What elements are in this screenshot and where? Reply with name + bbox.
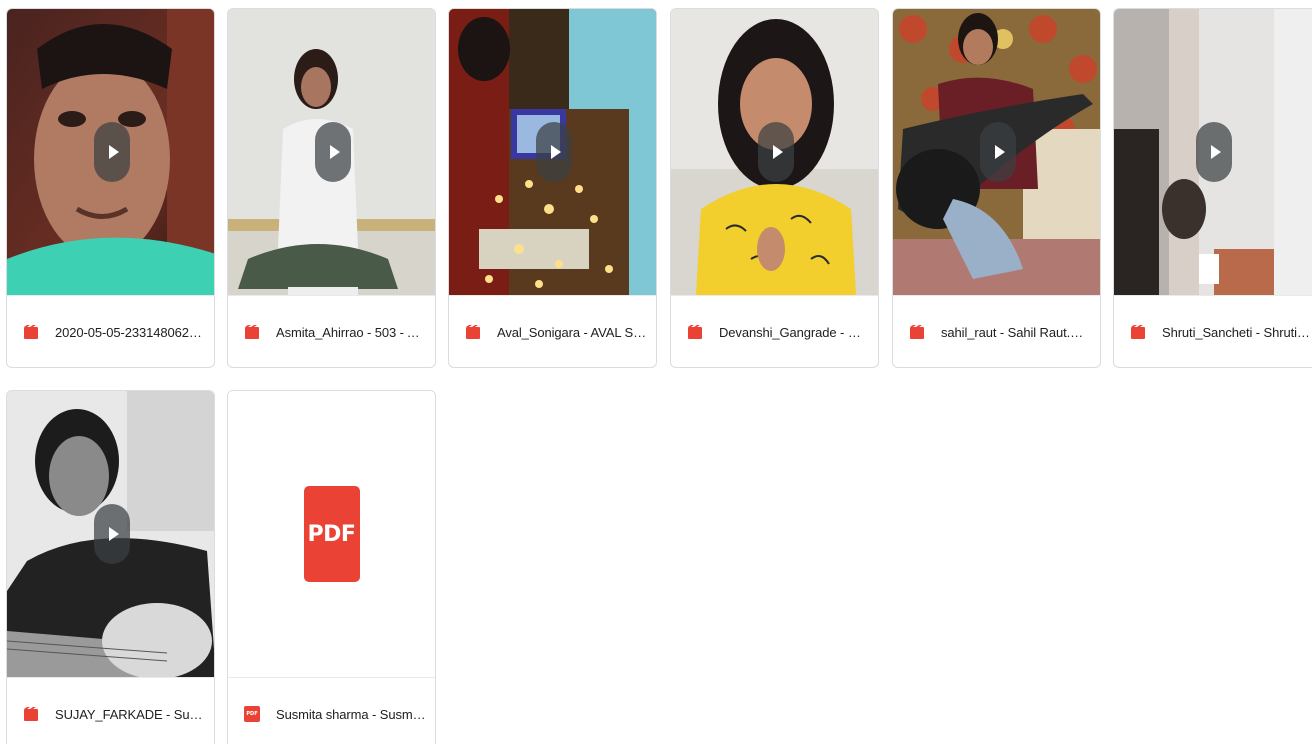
- play-icon[interactable]: [93, 504, 130, 564]
- video-thumbnail[interactable]: [228, 9, 435, 295]
- file-card[interactable]: Aval_Sonigara - AVAL SONI...: [448, 8, 657, 368]
- file-name: 2020-05-05-233148062 - O...: [55, 324, 205, 340]
- file-footer: sahil_raut - Sahil Raut.mp4: [893, 295, 1100, 367]
- video-file-icon: [1131, 325, 1145, 339]
- video-thumbnail[interactable]: [671, 9, 878, 295]
- video-file-icon: [910, 325, 924, 339]
- file-card[interactable]: sahil_raut - Sahil Raut.mp4: [892, 8, 1101, 368]
- play-icon[interactable]: [979, 122, 1016, 182]
- file-name: Shruti_Sancheti - Shruti Sa...: [1162, 324, 1312, 340]
- file-card[interactable]: SUJAY_FARKADE - Sujay Fa...: [6, 390, 215, 744]
- play-icon[interactable]: [314, 122, 351, 182]
- video-thumbnail[interactable]: [7, 9, 214, 295]
- file-card[interactable]: 2020-05-05-233148062 - O...: [6, 8, 215, 368]
- file-name: SUJAY_FARKADE - Sujay Fa...: [55, 706, 205, 722]
- video-file-icon: [688, 325, 702, 339]
- video-thumbnail[interactable]: [449, 9, 656, 295]
- file-footer: 2020-05-05-233148062 - O...: [7, 295, 214, 367]
- file-footer: Shruti_Sancheti - Shruti Sa...: [1114, 295, 1312, 367]
- file-card[interactable]: PDF PDF Susmita sharma - Susmita ...: [227, 390, 436, 744]
- file-name: Aval_Sonigara - AVAL SONI...: [497, 324, 647, 340]
- pdf-thumbnail[interactable]: PDF: [228, 391, 435, 677]
- play-icon[interactable]: [757, 122, 794, 182]
- video-file-icon: [245, 325, 259, 339]
- video-file-icon: [24, 325, 38, 339]
- file-footer: Devanshi_Gangrade - Deva...: [671, 295, 878, 367]
- pdf-icon: PDF: [303, 486, 360, 582]
- file-card[interactable]: Shruti_Sancheti - Shruti Sa...: [1113, 8, 1312, 368]
- file-footer: PDF Susmita sharma - Susmita ...: [228, 677, 435, 744]
- file-name: Asmita_Ahirrao - 503 - Asm...: [276, 324, 426, 340]
- video-thumbnail[interactable]: [893, 9, 1100, 295]
- play-icon[interactable]: [93, 122, 130, 182]
- file-name: Devanshi_Gangrade - Deva...: [719, 324, 869, 340]
- file-grid: 2020-05-05-233148062 - O... Asmita_Ahirr…: [0, 0, 1312, 744]
- file-footer: Asmita_Ahirrao - 503 - Asm...: [228, 295, 435, 367]
- play-icon[interactable]: [1196, 122, 1232, 182]
- video-file-icon: [466, 325, 480, 339]
- file-footer: Aval_Sonigara - AVAL SONI...: [449, 295, 656, 367]
- video-thumbnail[interactable]: [7, 391, 214, 677]
- file-name: Susmita sharma - Susmita ...: [276, 706, 426, 722]
- file-name: sahil_raut - Sahil Raut.mp4: [941, 324, 1091, 340]
- video-thumbnail[interactable]: [1114, 9, 1312, 295]
- pdf-file-icon: PDF: [244, 706, 260, 722]
- file-footer: SUJAY_FARKADE - Sujay Fa...: [7, 677, 214, 744]
- video-file-icon: [24, 707, 38, 721]
- play-icon[interactable]: [535, 122, 572, 182]
- file-card[interactable]: Devanshi_Gangrade - Deva...: [670, 8, 879, 368]
- file-card[interactable]: Asmita_Ahirrao - 503 - Asm...: [227, 8, 436, 368]
